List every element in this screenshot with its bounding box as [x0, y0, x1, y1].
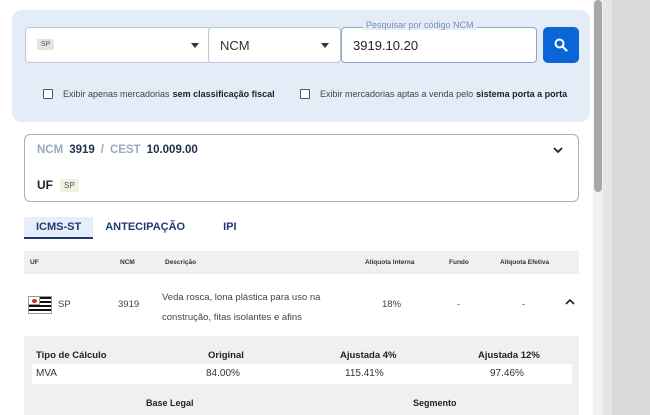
header-fundo: Fundo [449, 259, 469, 266]
header-ncm: NCM [120, 259, 135, 266]
ncm-cest-card[interactable]: NCM 3919 / CEST 10.009.00 UF SP [24, 134, 579, 202]
scrollbar-thumb[interactable] [594, 0, 602, 192]
right-panel [612, 0, 650, 415]
tab-antecipacao[interactable]: ANTECIPAÇÃO [93, 217, 197, 239]
chevron-down-icon [321, 43, 329, 48]
uf-badge: SP [60, 178, 79, 192]
row-detail: Tipo de Cálculo Original Ajustada 4% Aju… [24, 336, 579, 415]
checkbox-label-bold: sistema porta a porta [476, 89, 568, 99]
tab-bar: ICMS-ST ANTECIPAÇÃO IPI [24, 217, 249, 239]
calc-header-original: Original [208, 350, 244, 361]
row-descricao: Veda rosca, lona plástica para uso na co… [162, 292, 321, 323]
table-header: UF NCM Descrição Alíquota Interna Fundo … [24, 251, 579, 274]
header-aliquota-interna: Alíquota Interna [365, 259, 415, 266]
checkbox[interactable] [300, 89, 310, 99]
header-descricao: Descrição [165, 259, 197, 266]
legal-header-base: Base Legal [146, 398, 194, 408]
chevron-down-icon [191, 43, 199, 48]
ncm-search-input[interactable] [342, 28, 536, 62]
uf-label: UF [37, 178, 53, 192]
table-row[interactable]: SP 3919 Veda rosca, lona plástica para u… [24, 274, 579, 336]
search-icon [554, 38, 568, 52]
main-viewport: SP NCM Pesquisar por código NCM Exibir a… [0, 0, 593, 415]
header-aliquota-efetiva: Alíquota Efetiva [500, 259, 550, 266]
calc-row: MVA 84.00% 115.41% 97.46% [32, 364, 572, 384]
checkbox[interactable] [43, 89, 53, 99]
calc-header-ajustada-12: Ajustada 12% [478, 350, 540, 361]
uf-chip[interactable]: SP [37, 39, 55, 50]
header-uf: UF [30, 259, 39, 266]
cest-value: 10.009.00 [146, 144, 198, 156]
calc-header: Tipo de Cálculo Original Ajustada 4% Aju… [32, 346, 572, 364]
filter-door-to-door[interactable]: Exibir mercadorias aptas a venda pelo si… [300, 89, 567, 99]
checkbox-label: Exibir mercadorias aptas a venda pelo [320, 89, 474, 99]
legal-header: Base Legal Segmento [32, 392, 572, 415]
filter-panel: SP NCM Pesquisar por código NCM Exibir a… [12, 10, 590, 122]
separator: / [100, 144, 104, 156]
search-type-value: NCM [220, 38, 250, 53]
cest-label: CEST [110, 144, 141, 156]
scrollbar[interactable] [593, 0, 603, 415]
ncm-search-field[interactable] [341, 27, 537, 63]
row-aliquota-interna: 18% [382, 299, 402, 310]
row-fundo: - [457, 299, 461, 310]
calc-ajustada-12: 97.46% [490, 368, 524, 379]
search-button[interactable] [543, 27, 579, 63]
sp-flag-icon [28, 296, 52, 314]
chevron-up-icon[interactable] [565, 298, 575, 305]
calc-header-tipo: Tipo de Cálculo [36, 350, 107, 361]
calc-header-ajustada-4: Ajustada 4% [340, 350, 397, 361]
chevron-down-icon[interactable] [553, 147, 563, 154]
filter-unclassified[interactable]: Exibir apenas mercadorias sem classifica… [43, 89, 275, 99]
calc-original: 84.00% [206, 368, 240, 379]
legal-header-segmento: Segmento [413, 398, 457, 408]
uf-line: UF SP [37, 178, 79, 192]
ncm-field-label: Pesquisar por código NCM [363, 20, 477, 30]
ncm-cest-line: NCM 3919 / CEST 10.009.00 [37, 144, 198, 156]
calc-tipo: MVA [36, 368, 57, 379]
tab-icms-st[interactable]: ICMS-ST [24, 217, 94, 239]
row-ncm: 3919 [118, 299, 140, 310]
row-aliquota-efetiva: - [522, 299, 526, 310]
checkbox-label: Exibir apenas mercadorias [63, 89, 170, 99]
row-uf: SP [58, 299, 71, 310]
tab-ipi[interactable]: IPI [211, 217, 248, 239]
checkbox-label-bold: sem classificação fiscal [172, 89, 275, 99]
ncm-label: NCM [37, 144, 64, 156]
search-type-select[interactable]: NCM [208, 27, 341, 63]
calc-ajustada-4: 115.41% [345, 368, 384, 379]
uf-select[interactable]: SP [25, 27, 212, 63]
ncm-value: 3919 [69, 144, 95, 156]
